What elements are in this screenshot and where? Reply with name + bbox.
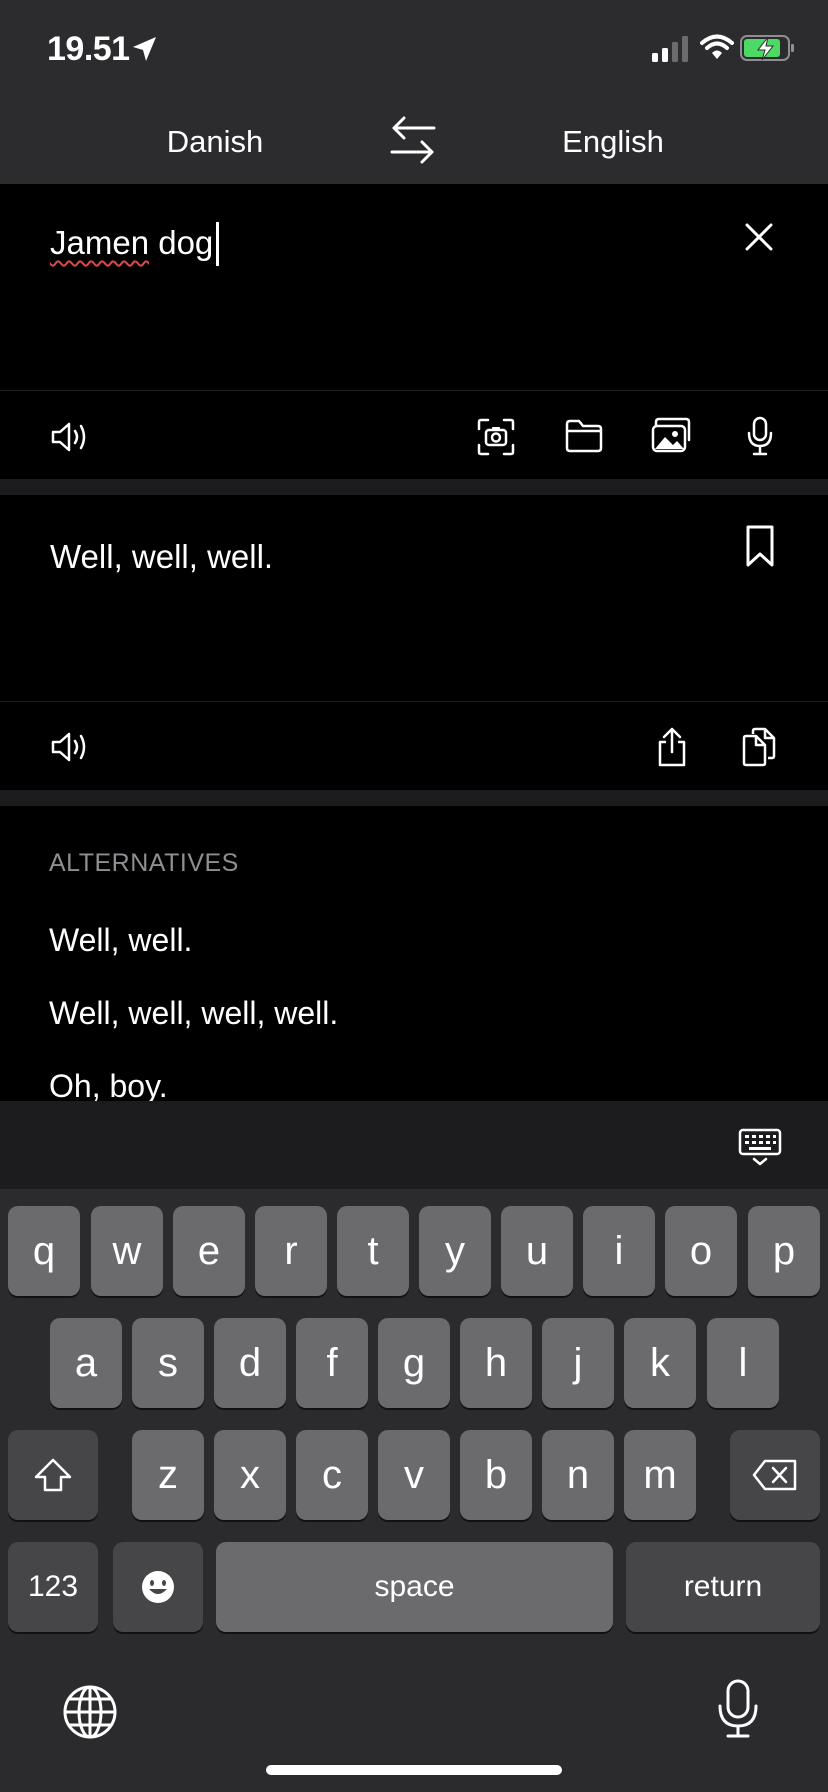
- bookmark-icon[interactable]: [745, 524, 775, 568]
- key-h[interactable]: h: [460, 1318, 532, 1408]
- key-l[interactable]: l: [707, 1318, 779, 1408]
- status-time: 19.51: [47, 30, 130, 68]
- key-t[interactable]: t: [337, 1206, 409, 1296]
- source-text-input[interactable]: Jamen dog: [50, 224, 213, 262]
- clear-close-icon[interactable]: [744, 222, 774, 252]
- emoji-icon: [142, 1571, 174, 1603]
- home-indicator[interactable]: [266, 1765, 562, 1775]
- copy-icon[interactable]: [741, 726, 777, 768]
- key-n[interactable]: n: [542, 1430, 614, 1520]
- key-r[interactable]: r: [255, 1206, 327, 1296]
- divider: [0, 701, 828, 702]
- key-s[interactable]: s: [132, 1318, 204, 1408]
- key-k[interactable]: k: [624, 1318, 696, 1408]
- key-o[interactable]: o: [665, 1206, 737, 1296]
- keyboard-dismiss-icon[interactable]: [738, 1128, 782, 1166]
- key-y[interactable]: y: [419, 1206, 491, 1296]
- delete-key[interactable]: [730, 1430, 820, 1520]
- key-x[interactable]: x: [214, 1430, 286, 1520]
- location-arrow-icon: [130, 34, 160, 64]
- share-icon[interactable]: [656, 726, 688, 768]
- key-f[interactable]: f: [296, 1318, 368, 1408]
- divider: [0, 390, 828, 391]
- key-d[interactable]: d: [214, 1318, 286, 1408]
- key-u[interactable]: u: [501, 1206, 573, 1296]
- alternatives-heading: ALTERNATIVES: [49, 849, 239, 877]
- shift-key[interactable]: [8, 1430, 98, 1520]
- key-v[interactable]: v: [378, 1430, 450, 1520]
- source-language-button[interactable]: Danish: [150, 124, 280, 160]
- microphone-icon[interactable]: [745, 416, 775, 456]
- wifi-icon: [700, 34, 734, 60]
- key-j[interactable]: j: [542, 1318, 614, 1408]
- key-q[interactable]: q: [8, 1206, 80, 1296]
- alternative-item[interactable]: Well, well.: [49, 922, 192, 959]
- misspelled-word: Jamen: [50, 224, 150, 261]
- shift-arrow-icon: [34, 1458, 72, 1492]
- camera-scan-icon[interactable]: [477, 418, 515, 456]
- key-w[interactable]: w: [91, 1206, 163, 1296]
- key-z[interactable]: z: [132, 1430, 204, 1520]
- target-language-button[interactable]: English: [560, 124, 666, 160]
- key-p[interactable]: p: [748, 1206, 820, 1296]
- backspace-icon: [752, 1459, 797, 1491]
- speaker-icon[interactable]: [50, 420, 90, 454]
- globe-icon[interactable]: [62, 1684, 118, 1740]
- section-separator: [0, 790, 828, 806]
- return-key[interactable]: return: [626, 1542, 820, 1632]
- key-e[interactable]: e: [173, 1206, 245, 1296]
- alternative-item[interactable]: Oh, boy.: [49, 1068, 168, 1105]
- key-m[interactable]: m: [624, 1430, 696, 1520]
- speaker-icon[interactable]: [50, 730, 90, 764]
- battery-charging-icon: [740, 34, 796, 62]
- dictation-microphone-icon[interactable]: [716, 1678, 760, 1740]
- key-i[interactable]: i: [583, 1206, 655, 1296]
- text-caret: [216, 222, 219, 266]
- keyboard-accessory-bar: [0, 1101, 828, 1189]
- cellular-signal-icon: [652, 36, 692, 62]
- key-a[interactable]: a: [50, 1318, 122, 1408]
- section-separator: [0, 479, 828, 495]
- numbers-key[interactable]: 123: [8, 1542, 98, 1632]
- key-c[interactable]: c: [296, 1430, 368, 1520]
- key-g[interactable]: g: [378, 1318, 450, 1408]
- swap-arrows-icon[interactable]: [388, 114, 438, 166]
- space-key[interactable]: space: [216, 1542, 613, 1632]
- folder-icon[interactable]: [564, 418, 604, 454]
- source-text-rest: dog: [149, 224, 214, 261]
- photos-icon[interactable]: [651, 416, 693, 454]
- emoji-key[interactable]: [113, 1542, 203, 1632]
- alternative-item[interactable]: Well, well, well, well.: [49, 995, 338, 1032]
- key-b[interactable]: b: [460, 1430, 532, 1520]
- translation-result: Well, well, well.: [50, 538, 274, 575]
- keyboard: q w e r t y u i o p a s d f g h j k l z …: [0, 1189, 828, 1792]
